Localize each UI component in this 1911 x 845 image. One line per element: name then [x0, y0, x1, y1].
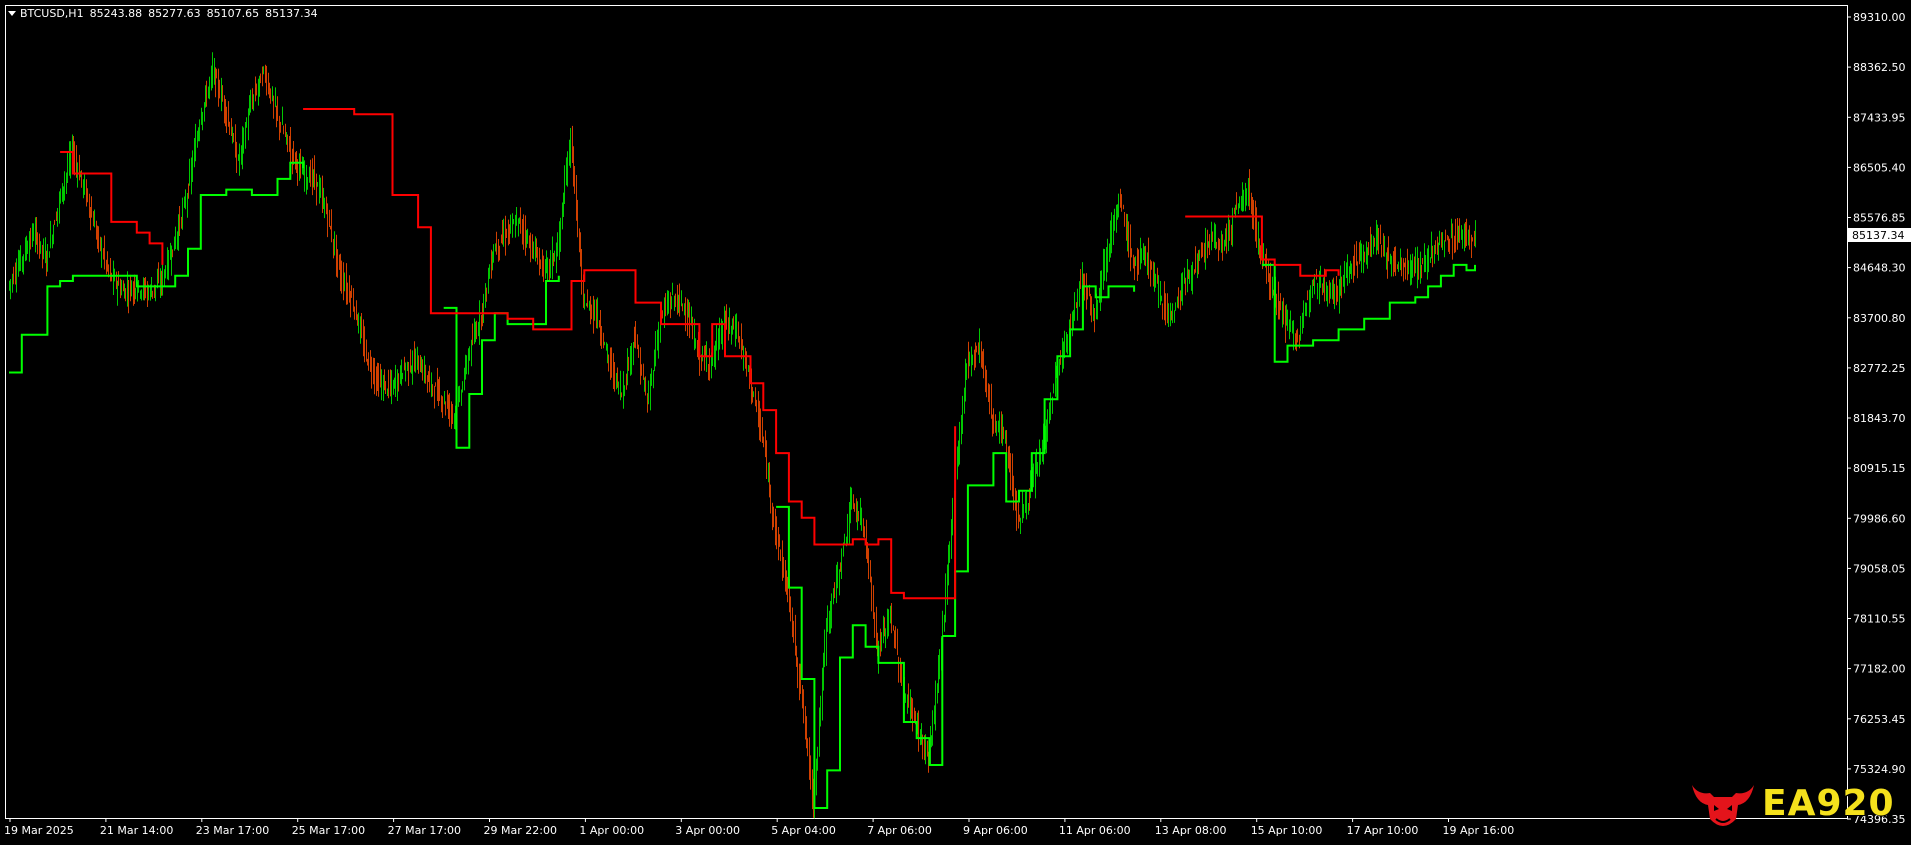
close-value: 85137.34 — [265, 7, 318, 20]
low-value: 85107.65 — [206, 7, 260, 20]
time-tick-label: 29 Mar 22:00 — [484, 824, 557, 837]
price-tick-label: 86505.40 — [1853, 161, 1906, 174]
time-tick-label: 21 Mar 14:00 — [100, 824, 173, 837]
price-tick-label: 77182.00 — [1853, 663, 1906, 676]
chart-background — [0, 0, 1911, 845]
time-tick-label: 13 Apr 08:00 — [1155, 824, 1227, 837]
brand-logo-text: EA920 — [1762, 783, 1895, 824]
time-tick-label: 7 Apr 06:00 — [867, 824, 932, 837]
time-tick-label: 19 Mar 2025 — [4, 824, 74, 837]
price-tick-label: 76253.45 — [1853, 713, 1906, 726]
high-value: 85277.63 — [148, 7, 201, 20]
current-price-label: 85137.34 — [1852, 229, 1905, 242]
price-tick-label: 87433.95 — [1853, 111, 1906, 124]
price-tick-label: 79058.05 — [1853, 562, 1906, 575]
chart-canvas[interactable]: 89310.00 88362.50 87433.95 86505.40 85576.85… — [0, 0, 1911, 845]
time-tick-label: 23 Mar 17:00 — [196, 824, 269, 837]
time-tick-label: 9 Apr 06:00 — [963, 824, 1028, 837]
time-tick-label: 17 Apr 10:00 — [1347, 824, 1419, 837]
price-tick-label: 83700.80 — [1853, 312, 1906, 325]
open-value: 85243.88 — [89, 7, 143, 20]
time-tick-label: 27 Mar 17:00 — [388, 824, 461, 837]
current-price-marker: 85137.34 — [1848, 228, 1911, 242]
time-tick-label: 11 Apr 06:00 — [1059, 824, 1131, 837]
price-tick-label: 81843.70 — [1853, 412, 1906, 425]
bull-head-icon — [1692, 785, 1754, 826]
price-tick-label: 82772.25 — [1853, 362, 1906, 375]
symbol-info-bar[interactable]: BTCUSD,H1 85243.88 85277.63 85107.65 85137.3… — [8, 7, 324, 20]
time-tick-label: 25 Mar 17:00 — [292, 824, 365, 837]
price-tick-label: 75324.90 — [1853, 763, 1906, 776]
price-tick-label: 88362.50 — [1853, 61, 1906, 74]
price-tick-label: 80915.15 — [1853, 462, 1906, 475]
time-tick-label: 19 Apr 16:00 — [1443, 824, 1515, 837]
time-tick-label: 1 Apr 00:00 — [579, 824, 644, 837]
price-tick-label: 85576.85 — [1853, 212, 1906, 225]
time-tick-label: 3 Apr 00:00 — [675, 824, 740, 837]
price-tick-label: 78110.55 — [1853, 613, 1906, 626]
dropdown-triangle-icon[interactable] — [8, 10, 16, 16]
price-tick-label: 79986.60 — [1853, 512, 1906, 525]
price-tick-label: 89310.00 — [1853, 11, 1906, 24]
time-tick-label: 5 Apr 04:00 — [771, 824, 836, 837]
symbol-label: BTCUSD,H1 — [20, 7, 84, 20]
time-tick-label: 15 Apr 10:00 — [1251, 824, 1323, 837]
price-tick-label: 84648.30 — [1853, 262, 1906, 275]
